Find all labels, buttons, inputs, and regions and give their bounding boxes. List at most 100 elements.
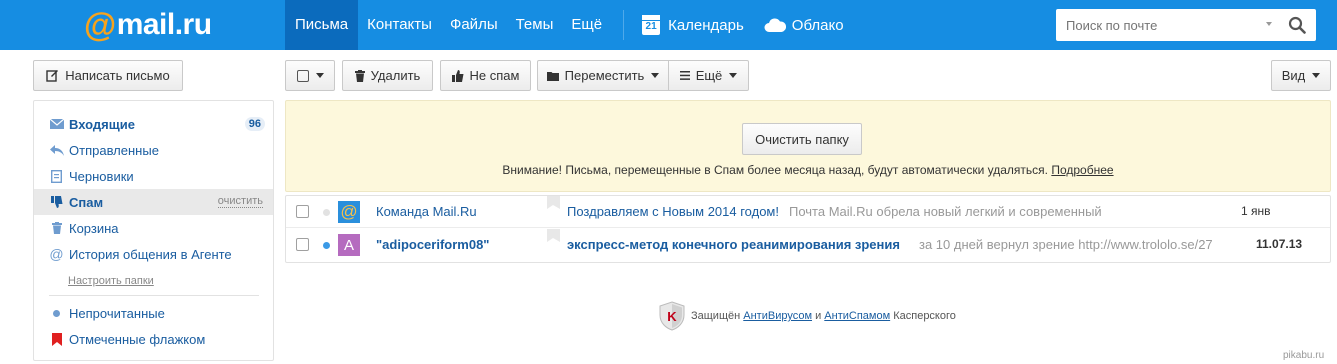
reply-arrow-icon [49, 144, 64, 156]
read-status-dot[interactable] [323, 209, 330, 216]
kaspersky-footer: K Защищён АнтиВирусом и АнтиСпамом Каспе… [659, 300, 956, 332]
delete-label: Удалить [370, 68, 421, 83]
unread-count-badge: 96 [244, 117, 265, 131]
watermark: pikabu.ru [1283, 350, 1325, 361]
sidebar-item-label: Непрочитанные [69, 305, 165, 321]
pencil-icon [46, 69, 59, 82]
trash-icon [49, 222, 64, 234]
clear-folder-button[interactable]: Очистить папку [742, 123, 862, 155]
message-sender: "adipoceriform08" [376, 237, 490, 252]
sidebar-item-flagged[interactable]: Отмеченные флажком [34, 326, 273, 352]
calendar-day: 21 [645, 21, 657, 32]
message-subject: Поздравляем с Новым 2014 годом! [567, 204, 779, 219]
not-spam-button[interactable]: Не спам [440, 60, 531, 91]
sidebar-item-label: Отправленные [69, 142, 159, 158]
search-input[interactable] [1056, 9, 1256, 41]
search-box [1056, 9, 1316, 41]
at-sign-icon: @ [49, 246, 64, 262]
antivirus-link[interactable]: АнтиВирусом [743, 310, 812, 322]
nav-letters[interactable]: Письма [285, 0, 359, 50]
flag-icon [49, 332, 64, 346]
spam-notice: Очистить папку Внимание! Письма, перемещ… [285, 100, 1331, 192]
antispam-link[interactable]: АнтиСпамом [824, 310, 890, 322]
thumbs-up-icon [451, 69, 464, 82]
chevron-down-icon [1312, 73, 1321, 78]
message-row[interactable]: A "adipoceriform08" экспресс-метод конеч… [286, 229, 1330, 261]
trash-icon [354, 69, 365, 82]
nav-separator [623, 10, 625, 40]
nav-cloud[interactable]: Облако [758, 0, 850, 50]
search-dropdown-caret-icon[interactable] [1266, 22, 1272, 26]
sidebar-divider [49, 295, 259, 296]
sender-avatar: @ [338, 201, 360, 223]
calendar-icon: 21 [642, 15, 661, 35]
sidebar-item-drafts[interactable]: Черновики [34, 163, 273, 189]
sidebar-item-trash[interactable]: Корзина [34, 215, 273, 241]
chevron-down-icon [315, 73, 324, 78]
select-all-dropdown[interactable] [285, 60, 335, 91]
notice-more-link[interactable]: Подробнее [1051, 163, 1113, 177]
unread-status-dot[interactable] [323, 242, 330, 249]
sidebar-item-inbox[interactable]: Входящие 96 [34, 111, 273, 137]
flag-toggle-icon[interactable] [547, 229, 560, 242]
sidebar-item-label: Входящие [69, 116, 135, 132]
view-button[interactable]: Вид [1271, 60, 1331, 91]
message-row[interactable]: @ Команда Mail.Ru Поздравляем с Новым 20… [286, 196, 1330, 228]
configure-folders-link[interactable]: Настроить папки [68, 275, 154, 287]
logo-at: @ [84, 6, 116, 43]
nav-themes[interactable]: Темы [507, 0, 563, 50]
sidebar-item-label: Отмеченные флажком [69, 331, 206, 347]
sidebar-item-label: Корзина [69, 220, 119, 236]
message-subject: экспресс-метод конечного реанимирования … [567, 237, 900, 252]
top-bar: @ mail.ru Письма Контакты Файлы Темы Ещё … [0, 0, 1337, 50]
mailru-logo[interactable]: @ mail.ru [84, 6, 212, 43]
compose-button[interactable]: Написать письмо [33, 60, 183, 91]
message-snippet: за 10 дней вернул зрение http://www.trol… [919, 237, 1213, 252]
more-actions-button[interactable]: Ещё [668, 60, 749, 91]
sidebar-item-sent[interactable]: Отправленные [34, 137, 273, 163]
view-label: Вид [1281, 68, 1306, 83]
thumbs-down-icon [49, 196, 64, 208]
nav-contacts[interactable]: Контакты [358, 0, 441, 50]
move-label: Переместить [564, 68, 645, 83]
sidebar-item-unread[interactable]: Непрочитанные [34, 300, 273, 326]
delete-button[interactable]: Удалить [342, 60, 433, 91]
kaspersky-shield-icon: K [659, 301, 685, 331]
svg-text:K: K [667, 309, 677, 324]
search-icon[interactable] [1288, 16, 1306, 34]
sidebar-item-label: Спам [69, 194, 104, 210]
footer-prefix: Защищён [691, 310, 741, 322]
message-checkbox[interactable] [296, 238, 309, 251]
chevron-down-icon [651, 73, 660, 78]
move-button[interactable]: Переместить [537, 60, 669, 91]
sender-avatar: A [338, 234, 360, 256]
footer-and: и [815, 310, 822, 322]
folder-sidebar: Входящие 96 Отправленные Черновики Спам … [33, 100, 274, 361]
message-snippet: Почта Mail.Ru обрела новый легкий и совр… [789, 204, 1102, 219]
footer-suffix: Касперского [893, 310, 956, 322]
more-label: Ещё [695, 68, 723, 83]
message-date: 11.07.13 [1256, 237, 1303, 251]
document-icon [49, 169, 64, 183]
sidebar-item-spam[interactable]: Спам очистить [34, 189, 273, 215]
message-checkbox[interactable] [296, 205, 309, 218]
not-spam-label: Не спам [469, 68, 520, 83]
menu-lines-icon [679, 71, 690, 80]
nav-more[interactable]: Ещё [562, 0, 611, 50]
flag-toggle-icon[interactable] [547, 196, 560, 209]
message-sender: Команда Mail.Ru [376, 204, 477, 219]
message-date: 1 янв [1241, 204, 1271, 218]
sidebar-item-agent-history[interactable]: @ История общения в Агенте [34, 241, 273, 267]
cloud-label: Облако [791, 16, 844, 34]
sidebar-item-label: Черновики [69, 168, 134, 184]
message-list: @ Команда Mail.Ru Поздравляем с Новым 20… [285, 195, 1331, 263]
logo-text: mail.ru [116, 8, 212, 41]
notice-message: Внимание! Письма, перемещенные в Спам бо… [502, 163, 1048, 177]
folder-icon [546, 71, 559, 81]
nav-calendar[interactable]: 21 Календарь [636, 0, 750, 50]
unread-dot-icon [49, 309, 64, 317]
nav-files[interactable]: Файлы [441, 0, 507, 50]
chevron-down-icon [729, 73, 738, 78]
sidebar-item-label: История общения в Агенте [69, 246, 232, 262]
clear-spam-link[interactable]: очистить [217, 196, 263, 208]
